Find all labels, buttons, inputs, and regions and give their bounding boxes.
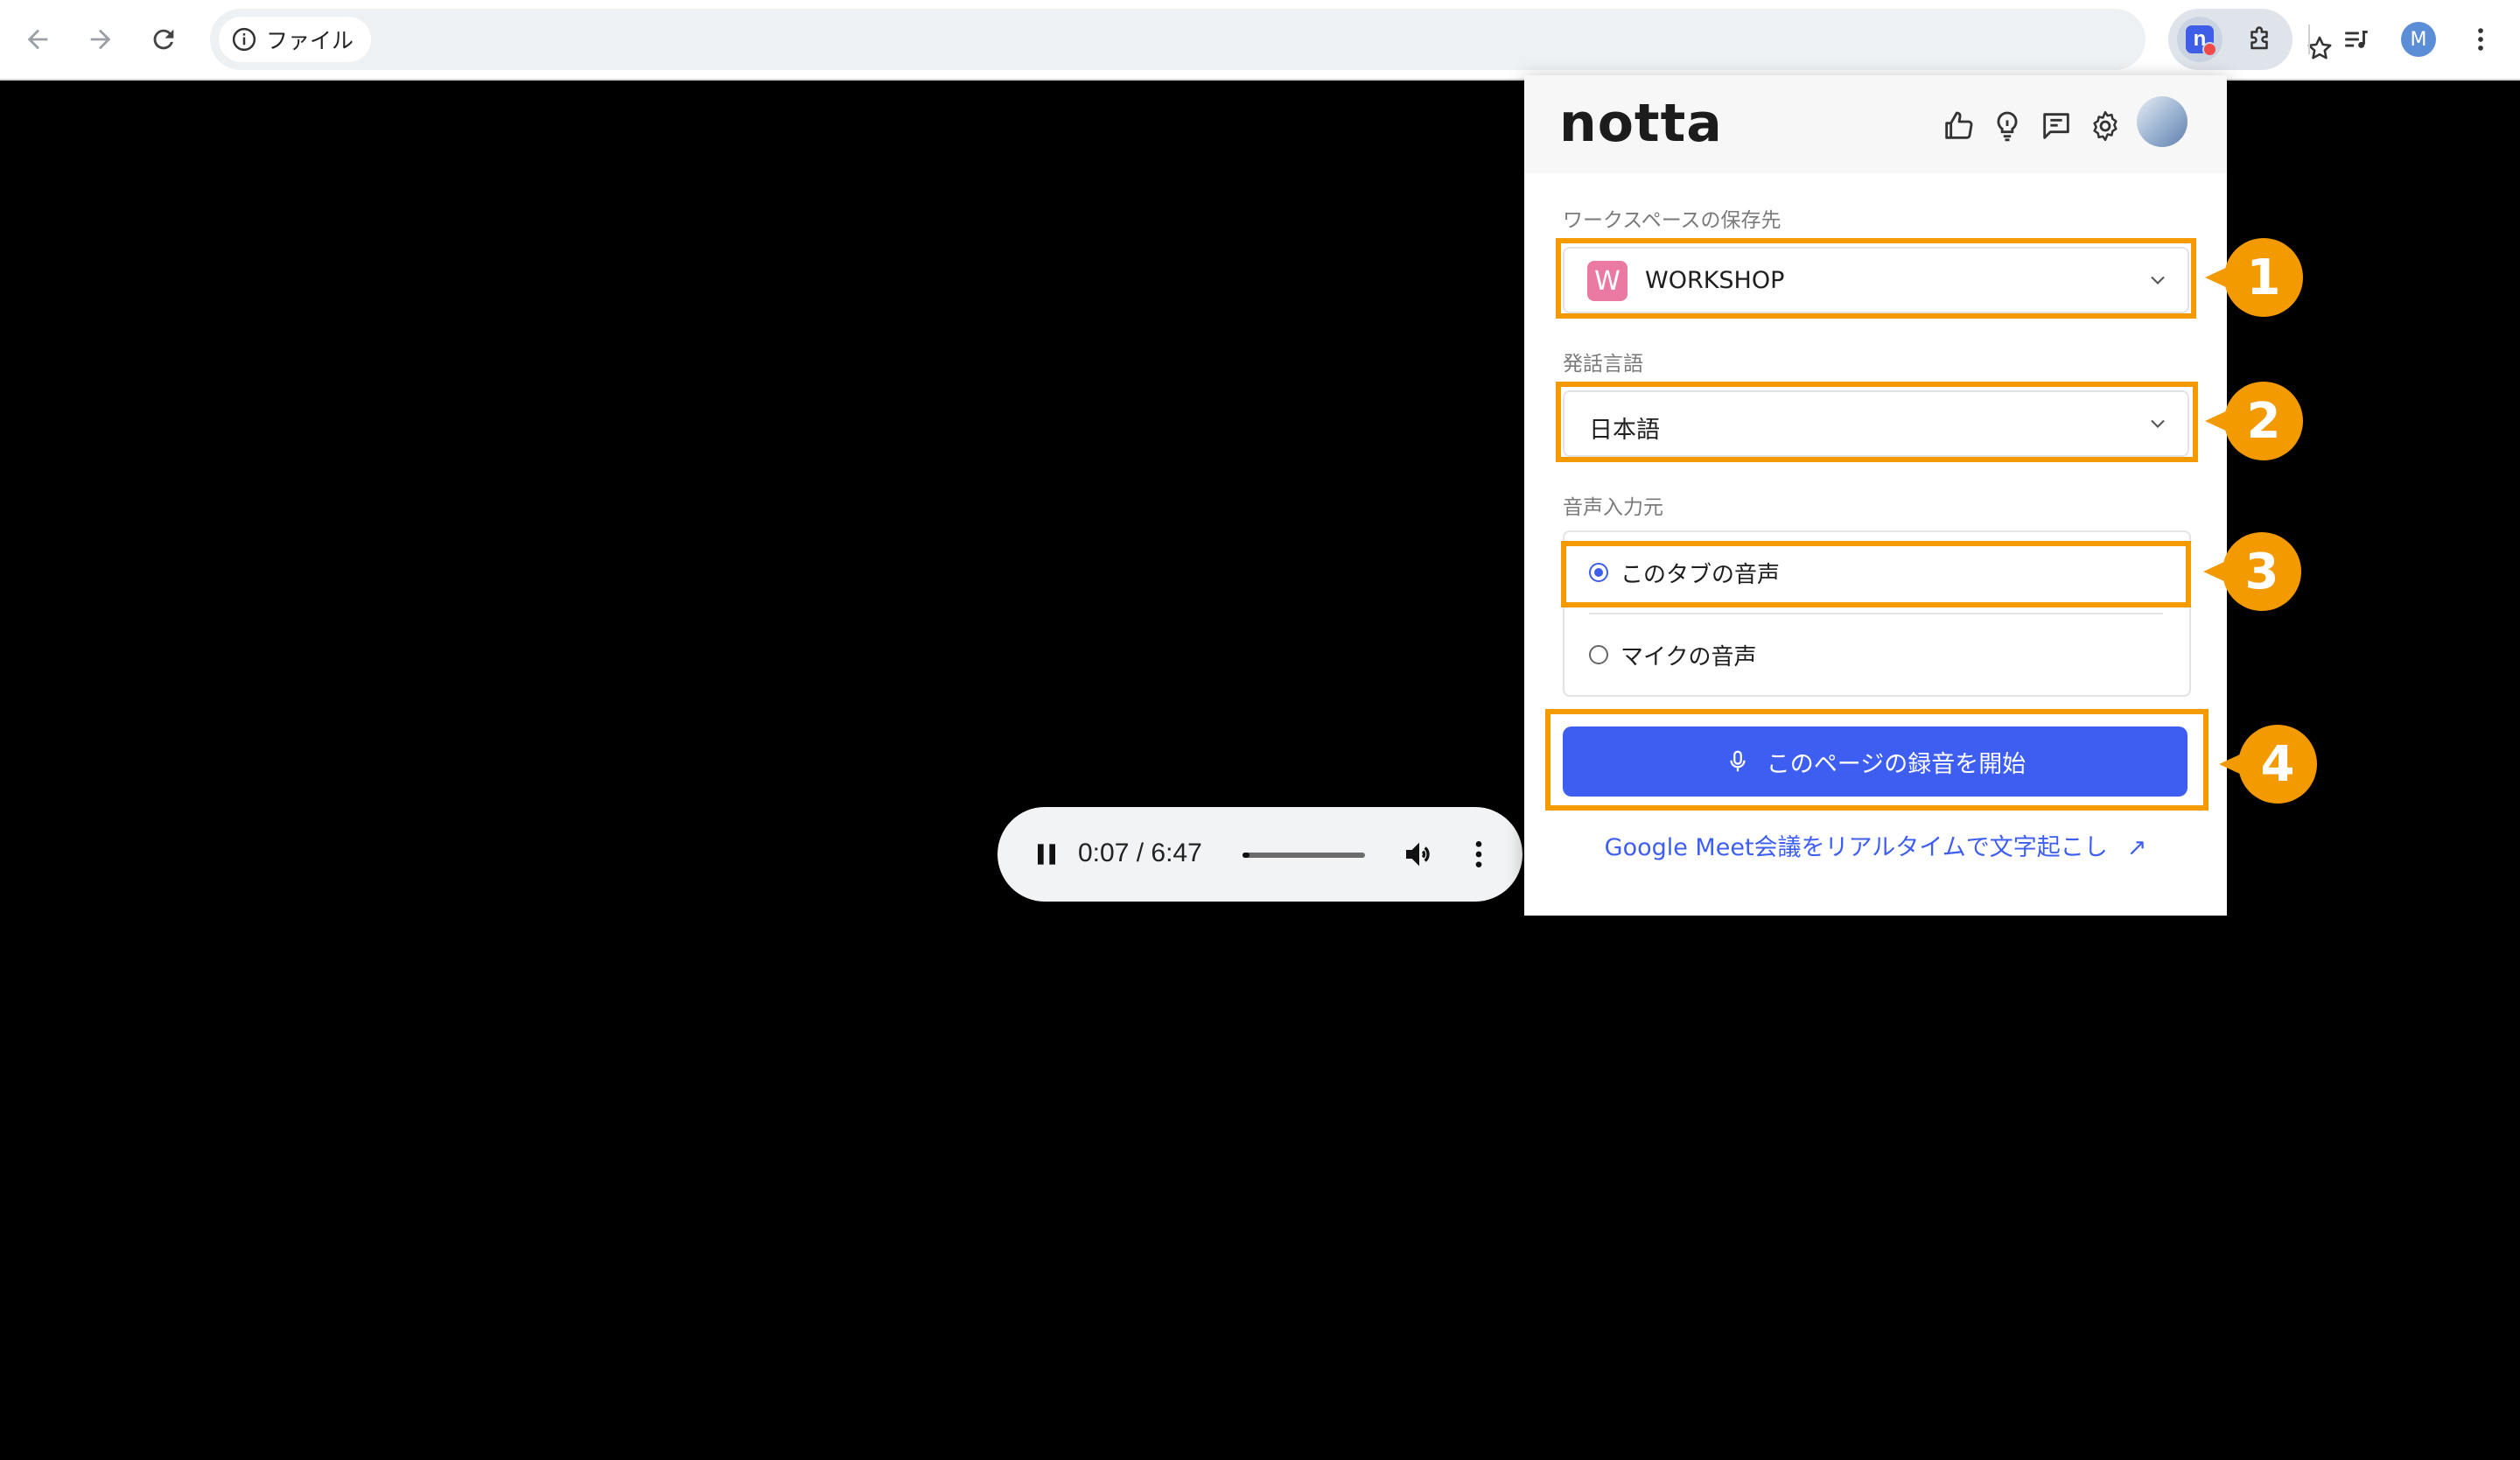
user-avatar[interactable] bbox=[2137, 96, 2188, 147]
back-button[interactable] bbox=[14, 16, 61, 63]
site-chip-label: ファイル bbox=[266, 28, 354, 53]
info-icon bbox=[232, 27, 256, 52]
highlight-box-1 bbox=[1556, 238, 2196, 319]
notta-extension-icon: n bbox=[2186, 25, 2217, 57]
extensions-menu-button[interactable] bbox=[2236, 17, 2282, 62]
radio-option-label: マイクの音声 bbox=[1620, 643, 1757, 670]
highlight-box-4 bbox=[1545, 709, 2208, 811]
lightbulb-icon[interactable] bbox=[1990, 109, 2025, 144]
reload-icon bbox=[153, 29, 174, 50]
radio-divider bbox=[1589, 613, 2163, 614]
audio-source-label: 音声入力元 bbox=[1563, 496, 1663, 519]
reload-button[interactable] bbox=[140, 16, 187, 63]
seek-bar[interactable] bbox=[1242, 853, 1365, 858]
browser-menu-button[interactable] bbox=[2457, 16, 2504, 63]
gear-icon[interactable] bbox=[2088, 109, 2123, 144]
language-label: 発話言語 bbox=[1563, 353, 1643, 376]
arrow-left-icon bbox=[27, 29, 48, 50]
external-link-icon: ↗ bbox=[2126, 834, 2147, 861]
thumbs-up-icon[interactable] bbox=[1941, 109, 1976, 144]
seek-bar-progress bbox=[1242, 853, 1250, 858]
google-meet-link[interactable]: Google Meet会議をリアルタイムで文字起こし ↗ bbox=[1524, 828, 2227, 862]
profile-initial: M bbox=[2410, 28, 2427, 51]
workspace-label: ワークスペースの保存先 bbox=[1563, 209, 1782, 232]
playlist-icon bbox=[2345, 31, 2368, 48]
step-marker-4: 4 bbox=[2219, 725, 2317, 804]
feedback-icon[interactable] bbox=[2039, 109, 2074, 144]
step-marker-3: 3 bbox=[2203, 532, 2301, 611]
puzzle-icon bbox=[2250, 26, 2268, 50]
media-controls-button[interactable] bbox=[2333, 16, 2380, 63]
popup-header: notta bbox=[1524, 75, 2227, 173]
radio-button[interactable] bbox=[1589, 645, 1608, 664]
more-vert-icon bbox=[2478, 28, 2483, 51]
address-bar[interactable]: ファイル bbox=[210, 9, 2332, 70]
profile-avatar[interactable]: M bbox=[2401, 22, 2436, 57]
google-meet-link-label: Google Meet会議をリアルタイムで文字起こし bbox=[1604, 834, 2108, 861]
step-marker-1: 1 bbox=[2205, 238, 2303, 317]
browser-toolbar: ファイル n M bbox=[0, 0, 2520, 81]
site-info-chip[interactable]: ファイル bbox=[219, 17, 372, 62]
pause-icon[interactable] bbox=[1029, 837, 1064, 872]
more-vert-icon[interactable] bbox=[1461, 837, 1496, 872]
audio-player: 0:07 / 6:47 bbox=[998, 807, 1522, 902]
toolbar-divider bbox=[2308, 25, 2310, 54]
arrow-right-icon bbox=[90, 29, 111, 50]
notta-logo: notta bbox=[1559, 93, 1723, 154]
playback-time: 0:07 / 6:47 bbox=[1078, 839, 1202, 867]
forward-button[interactable] bbox=[77, 16, 124, 63]
radio-option-mic-audio[interactable]: マイクの音声 bbox=[1589, 637, 1756, 672]
extensions-group: n bbox=[2168, 9, 2292, 70]
notta-extension-button[interactable]: n bbox=[2177, 17, 2222, 62]
volume-icon[interactable] bbox=[1402, 837, 1437, 872]
step-marker-2: 2 bbox=[2205, 382, 2303, 460]
highlight-box-3 bbox=[1561, 541, 2191, 607]
highlight-box-2 bbox=[1556, 382, 2198, 462]
